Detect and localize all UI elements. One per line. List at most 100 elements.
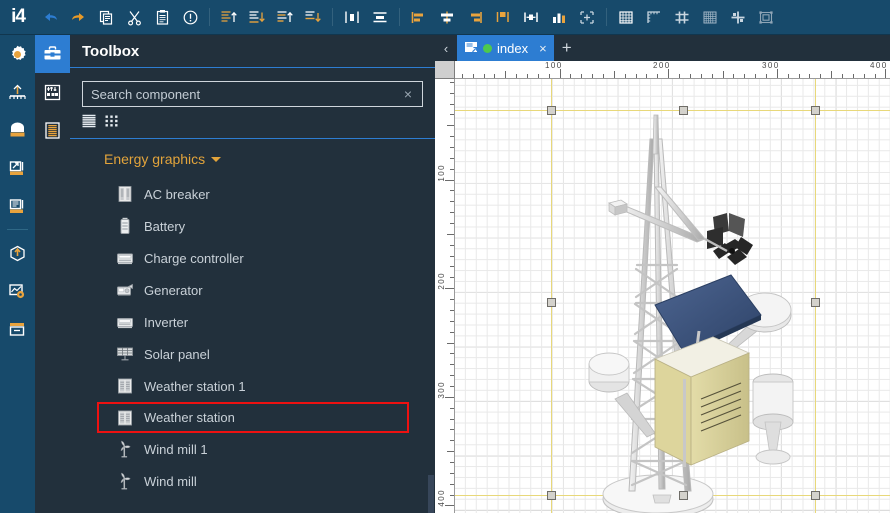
sidebar-divider — [7, 229, 28, 230]
paste-icon[interactable] — [148, 2, 176, 32]
component-ac-breaker[interactable]: AC breaker — [96, 178, 435, 210]
ruler-tick — [646, 74, 647, 78]
align-left-icon[interactable] — [271, 2, 299, 32]
toolbar-separator — [209, 8, 210, 26]
redo-icon[interactable] — [64, 2, 92, 32]
ruler-tick — [625, 74, 626, 78]
component-weather-station[interactable]: Weather station — [97, 402, 409, 433]
panel-scrollbar[interactable] — [427, 175, 435, 513]
gear-icon — [11, 45, 26, 60]
component-weather-station-1[interactable]: Weather station 1 — [96, 370, 435, 402]
ruler-tick — [445, 505, 454, 506]
grid-view-toggle[interactable] — [105, 114, 119, 133]
component-battery[interactable]: Battery — [96, 210, 435, 242]
ruler-icon[interactable] — [640, 2, 668, 32]
ruler-tick — [809, 74, 810, 78]
trends-icon — [9, 283, 25, 298]
component-group-header[interactable]: Energy graphics — [96, 140, 435, 178]
select-bounds-icon[interactable] — [752, 2, 780, 32]
ruler-tick — [690, 74, 691, 78]
ruler-label: 100 — [545, 61, 563, 70]
sidebar-item-export[interactable] — [0, 149, 35, 187]
wind-mill-icon — [116, 472, 134, 490]
horizontal-ruler[interactable]: 100 200 300 400 — [455, 61, 890, 79]
cut-icon[interactable] — [120, 2, 148, 32]
sidebar-item-deploy[interactable] — [0, 234, 35, 272]
selection-handle-nw[interactable] — [547, 106, 556, 115]
ruler-tick — [766, 74, 767, 78]
component-inverter[interactable]: Inverter — [96, 306, 435, 338]
clear-search-icon[interactable]: × — [400, 85, 416, 103]
selection-handle-se[interactable] — [811, 491, 820, 500]
component-solar-panel[interactable]: Solar panel — [96, 338, 435, 370]
snap-grid-icon[interactable] — [668, 2, 696, 32]
selection-handle-e[interactable] — [811, 298, 820, 307]
grid-dense-icon[interactable] — [696, 2, 724, 32]
sidebar-item-trends[interactable] — [0, 272, 35, 310]
inverter-icon — [116, 313, 134, 331]
design-canvas[interactable] — [455, 79, 890, 513]
sidebar-item-dashboard[interactable] — [0, 73, 35, 111]
weather-station-graphic[interactable] — [455, 79, 890, 513]
search-box[interactable]: × — [82, 81, 423, 107]
sidebar-item-settings[interactable] — [0, 35, 35, 73]
component-wind-mill[interactable]: Wind mill — [96, 465, 435, 497]
component-label: Charge controller — [144, 250, 244, 266]
vertical-ruler[interactable]: 100 200 300 400 — [435, 79, 455, 513]
editor-tabbar: ‹ index × + — [435, 35, 890, 61]
panel-scrollbar-thumb[interactable] — [428, 475, 434, 513]
ruler-tick — [505, 71, 506, 78]
align-edge-right-icon[interactable] — [461, 2, 489, 32]
same-width-icon[interactable] — [489, 2, 517, 32]
status-badge — [483, 43, 492, 53]
tab-index[interactable]: index × — [457, 35, 554, 61]
search-input[interactable] — [83, 82, 398, 106]
component-wind-mill-1[interactable]: Wind mill 1 — [96, 433, 435, 465]
component-label: Inverter — [144, 314, 189, 330]
ruler-tick — [450, 408, 454, 409]
align-right-icon[interactable] — [299, 2, 327, 32]
distribute-horizontal-icon[interactable] — [338, 2, 366, 32]
list-view-toggle[interactable] — [82, 114, 96, 133]
close-icon[interactable]: × — [539, 41, 547, 56]
selection-handle-sw[interactable] — [547, 491, 556, 500]
add-tab-button[interactable]: + — [554, 35, 580, 61]
chevron-down-icon[interactable] — [211, 156, 222, 162]
copy-icon[interactable] — [92, 2, 120, 32]
selection-handle-w[interactable] — [547, 298, 556, 307]
sidebar-item-toolbox[interactable] — [35, 35, 70, 73]
selection-handle-s[interactable] — [679, 491, 688, 500]
ruler-tick — [450, 429, 454, 430]
ruler-tick — [788, 74, 789, 78]
same-height-icon[interactable] — [517, 2, 545, 32]
ruler-tick — [560, 69, 561, 78]
sidebar-item-properties[interactable] — [35, 73, 70, 111]
info-icon[interactable] — [176, 2, 204, 32]
component-list[interactable]: Energy graphics AC breaker Battery Charge … — [96, 140, 435, 513]
align-center-vertical-icon[interactable] — [433, 2, 461, 32]
distribute-vertical-icon[interactable] — [366, 2, 394, 32]
align-top-icon[interactable] — [215, 2, 243, 32]
selection-handle-ne[interactable] — [811, 106, 820, 115]
same-size-icon[interactable] — [545, 2, 573, 32]
sidebar-item-drawer[interactable] — [0, 310, 35, 348]
sidebar-item-layers[interactable] — [35, 111, 70, 149]
component-generator[interactable]: Generator — [96, 274, 435, 306]
align-edge-left-icon[interactable] — [405, 2, 433, 32]
fit-selection-icon[interactable] — [573, 2, 601, 32]
tab-scroll-left-icon[interactable]: ‹ — [435, 35, 457, 61]
ruler-tick — [447, 125, 454, 126]
grid-icon[interactable] — [612, 2, 640, 32]
align-bottom-icon[interactable] — [243, 2, 271, 32]
ruler-tick — [679, 74, 680, 78]
component-label: Wind mill 1 — [144, 441, 208, 457]
undo-icon[interactable] — [36, 2, 64, 32]
sidebar-item-archive[interactable] — [0, 111, 35, 149]
app-logo: i4 — [11, 6, 26, 27]
weather-station-icon — [116, 409, 134, 427]
sidebar-item-reports[interactable] — [0, 187, 35, 225]
snap-guides-icon[interactable] — [724, 2, 752, 32]
ruler-tick — [484, 74, 485, 78]
component-charge-controller[interactable]: Charge controller — [96, 242, 435, 274]
selection-handle-n[interactable] — [679, 106, 688, 115]
